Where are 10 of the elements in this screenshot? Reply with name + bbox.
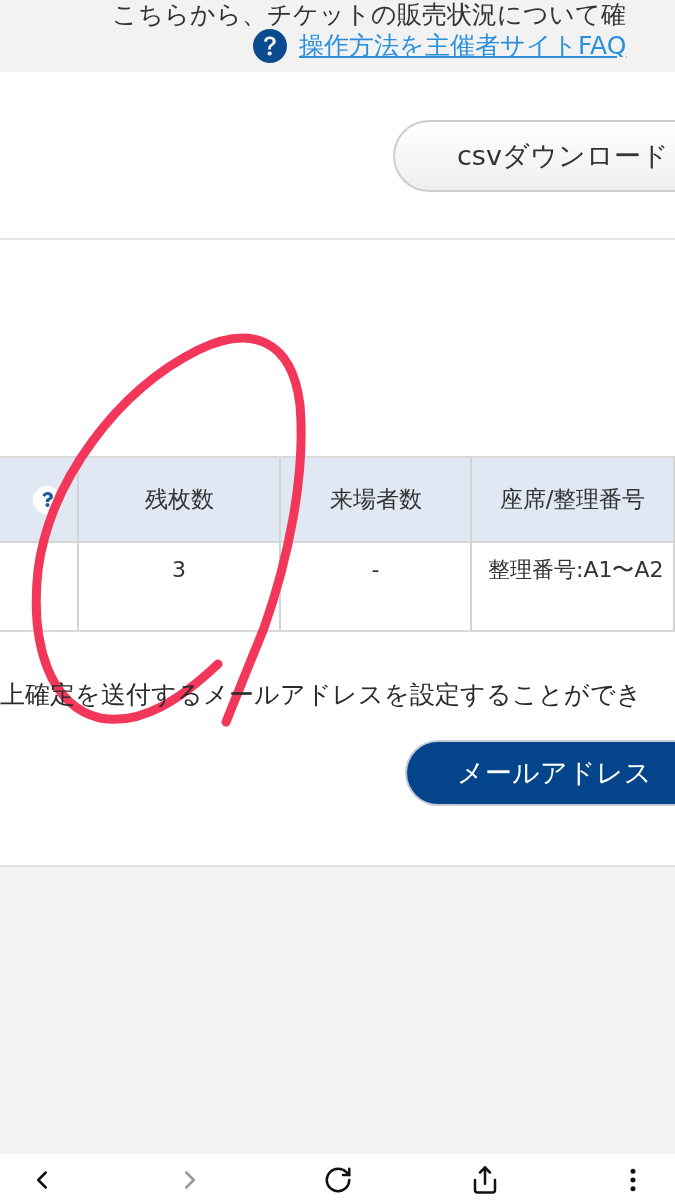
table-cell: 整理番号:A1〜A2 [472, 543, 675, 630]
column-header: 残枚数 [79, 458, 281, 543]
help-icon [253, 29, 287, 63]
csv-download-button[interactable]: csvダウンロード [393, 120, 675, 192]
table-cell: - [281, 543, 472, 630]
table-cell: 3 [79, 543, 281, 630]
column-header: 座席/整理番号 [472, 458, 675, 543]
column-header: 来場者数 [281, 458, 472, 543]
notice-text: こちらから、チケットの販売状況について確 [112, 0, 626, 30]
mail-address-button[interactable]: メールアドレス [405, 740, 675, 806]
